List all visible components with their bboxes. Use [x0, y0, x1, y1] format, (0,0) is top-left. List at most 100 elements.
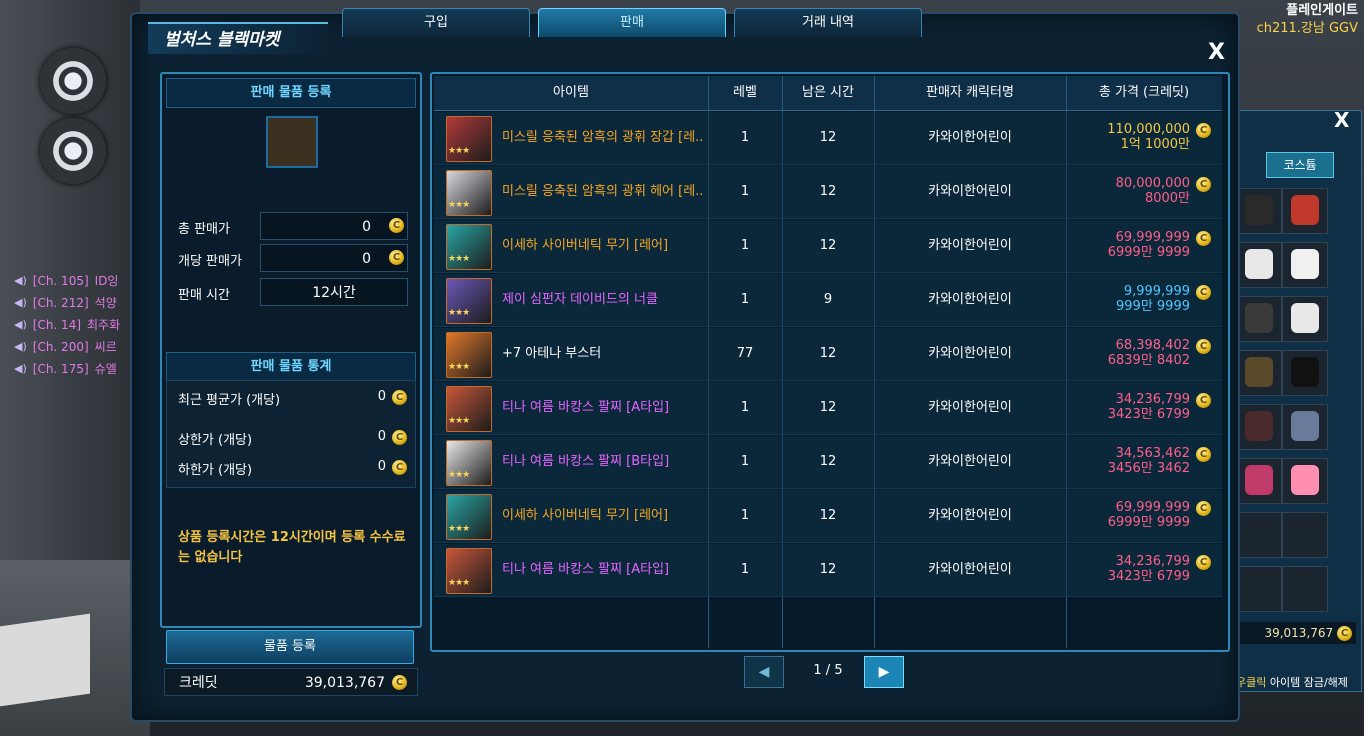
- inventory-slot[interactable]: [1282, 566, 1328, 612]
- chat-line: ◀) [Ch. 200] 씨르: [14, 336, 144, 358]
- inventory-slot[interactable]: [1236, 188, 1282, 234]
- recent-avg-label: 최근 평균가 (개당): [178, 393, 281, 408]
- inventory-credit: 39,013,767 C: [1236, 622, 1356, 644]
- total-price: 34,236,799 3423만 6799: [1068, 554, 1190, 584]
- coin-icon: C: [1337, 626, 1352, 641]
- chat-line: ◀) [Ch. 14] 최주화: [14, 314, 144, 336]
- table-row[interactable]: ★★★ 미스릴 응축된 암흑의 광휘 헤어 [레.. 1 12 카와이한어린이 80,00…: [434, 166, 1222, 219]
- stats-header: 판매 물품 통계: [166, 352, 416, 382]
- total-price: 110,000,000 1억 1000만: [1068, 122, 1190, 152]
- inventory-slot[interactable]: [1282, 296, 1328, 342]
- unit-price-value: 0: [362, 251, 371, 267]
- price-value: 110,000,000: [1107, 122, 1190, 137]
- coin-icon: C: [389, 218, 404, 233]
- item-name: 티나 여름 바캉스 팔찌 [A타입]: [502, 562, 670, 577]
- inventory-slot[interactable]: [1236, 296, 1282, 342]
- server-name: 플레인게이트: [1286, 3, 1358, 18]
- inventory-slot[interactable]: [1282, 188, 1328, 234]
- header-item: 아이템: [553, 85, 589, 100]
- remaining-time: 12: [819, 346, 837, 361]
- inventory-slot[interactable]: [1236, 404, 1282, 450]
- item-name: 미스릴 응축된 암흑의 광휘 헤어 [레..: [502, 184, 704, 199]
- register-item-button[interactable]: 물품 등록: [166, 630, 414, 664]
- rarity-stars-icon: ★★★: [448, 362, 470, 372]
- sale-time-label: 판매 시간: [178, 288, 230, 303]
- table-row[interactable]: ★★★ 미스릴 응축된 암흑의 광휘 장갑 [레.. 1 12 카와이한어린이 110,0…: [434, 112, 1222, 165]
- tab-buy[interactable]: 구입: [342, 8, 530, 37]
- table-row[interactable]: ★★★ 제이 심펀자 데이비드의 너클 1 9 카와이한어린이 9,999,999 999만…: [434, 274, 1222, 327]
- inventory-hint: 우클릭 아이템 잠금/해제: [1236, 674, 1348, 690]
- close-button[interactable]: X: [1208, 40, 1225, 65]
- page-indicator: 1 / 5: [813, 663, 843, 678]
- tab-sell[interactable]: 판매: [538, 8, 726, 37]
- inventory-slot[interactable]: [1282, 458, 1328, 504]
- inventory-slot[interactable]: [1236, 512, 1282, 558]
- coin-icon: C: [1196, 123, 1211, 138]
- header-time: 남은 시간: [802, 85, 854, 100]
- item-level: 1: [740, 454, 750, 469]
- seller-name: 카와이한어린이: [928, 562, 1012, 577]
- inventory-slot[interactable]: [1282, 350, 1328, 396]
- register-header: 판매 물품 등록: [166, 78, 416, 108]
- inventory-item-icon: [1291, 195, 1319, 225]
- inventory-item-icon: [1245, 357, 1273, 387]
- speaker-icon: ◀): [14, 318, 27, 331]
- item-name: 이세하 사이버네틱 무기 [레어]: [502, 238, 669, 253]
- total-price-input[interactable]: 0: [260, 212, 408, 240]
- tab-costume[interactable]: 코스튬: [1266, 152, 1334, 178]
- inventory-slot[interactable]: [1282, 512, 1328, 558]
- chat-channel: [Ch. 212]: [32, 296, 89, 310]
- inventory-slot[interactable]: [1282, 242, 1328, 288]
- speaker-icon: ◀): [14, 362, 27, 375]
- total-price: 68,398,402 6839만 8402: [1068, 338, 1190, 368]
- price-value: 69,999,999: [1115, 500, 1190, 515]
- inventory-credit-value: 39,013,767: [1264, 626, 1334, 640]
- table-row[interactable]: ★★★ 티나 여름 바캉스 팔찌 [B타입] 1 12 카와이한어린이 34,563,46…: [434, 436, 1222, 489]
- inventory-slot[interactable]: [1282, 404, 1328, 450]
- coin-icon: C: [1196, 393, 1211, 408]
- coin-icon: C: [1196, 285, 1211, 300]
- rarity-stars-icon: ★★★: [448, 146, 470, 156]
- remaining-time: 12: [819, 508, 837, 523]
- item-level: 1: [740, 562, 750, 577]
- rarity-stars-icon: ★★★: [448, 524, 470, 534]
- inventory-slot[interactable]: [1236, 566, 1282, 612]
- seller-name: 카와이한어린이: [928, 400, 1012, 415]
- inventory-item-icon: [1245, 303, 1273, 333]
- prev-page-button[interactable]: ◀: [744, 656, 784, 688]
- inventory-slot[interactable]: [1236, 458, 1282, 504]
- inventory-slot[interactable]: [1236, 242, 1282, 288]
- price-korean: 3423만 6799: [1107, 407, 1190, 422]
- item-slot[interactable]: [266, 116, 318, 168]
- price-value: 34,236,799: [1115, 392, 1190, 407]
- sale-time-select[interactable]: 12시간: [260, 278, 408, 306]
- inventory-close-button[interactable]: X: [1334, 108, 1349, 132]
- coin-icon: C: [392, 675, 407, 690]
- item-name: 티나 여름 바캉스 팔찌 [A타입]: [502, 400, 670, 415]
- table-row[interactable]: ★★★ 이세하 사이버네틱 무기 [레어] 1 12 카와이한어린이 69,999,999…: [434, 490, 1222, 543]
- seller-name: 카와이한어린이: [928, 130, 1012, 145]
- tab-history[interactable]: 거래 내역: [734, 8, 922, 37]
- table-row[interactable]: ★★★ 이세하 사이버네틱 무기 [레어] 1 12 카와이한어린이 69,999,999…: [434, 220, 1222, 273]
- chat-log: ◀) [Ch. 105] ID잉 ◀) [Ch. 212] 석양 ◀) [Ch. 14] 최주화…: [14, 270, 144, 380]
- inventory-item-icon: [1291, 357, 1319, 387]
- table-row[interactable]: ★★★ +7 아테나 부스터 77 12 카와이한어린이 68,398,402 6839만 …: [434, 328, 1222, 381]
- price-value: 80,000,000: [1115, 176, 1190, 191]
- inventory-item-icon: [1291, 303, 1319, 333]
- unit-price-input[interactable]: 0: [260, 244, 408, 272]
- remaining-time: 12: [819, 454, 837, 469]
- background-box: [0, 613, 90, 707]
- total-price: 34,563,462 3456만 3462: [1068, 446, 1190, 476]
- pagination: ◀ 1 / 5 ▶: [434, 652, 1222, 692]
- rarity-stars-icon: ★★★: [448, 254, 470, 264]
- inventory-slot[interactable]: [1236, 350, 1282, 396]
- table-row[interactable]: ★★★ 티나 여름 바캉스 팔찌 [A타입] 1 12 카와이한어린이 34,236,79…: [434, 544, 1222, 597]
- table-row[interactable]: ★★★ 티나 여름 바캉스 팔찌 [A타입] 1 12 카와이한어린이 34,236,79…: [434, 382, 1222, 435]
- remaining-time: 12: [819, 184, 837, 199]
- price-value: 69,999,999: [1115, 230, 1190, 245]
- server-info: 플레인게이트 ch211.강남 GGV: [1257, 2, 1358, 38]
- coin-icon: C: [1196, 339, 1211, 354]
- speaker-icon: ◀): [14, 274, 27, 287]
- coin-icon: C: [1196, 177, 1211, 192]
- next-page-button[interactable]: ▶: [864, 656, 904, 688]
